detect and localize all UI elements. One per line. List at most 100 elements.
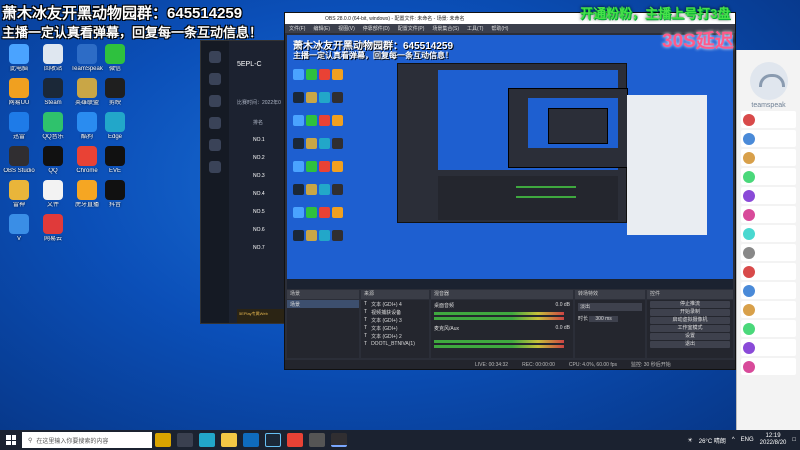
taskbar-search[interactable]: ⚲ 在这里输入你要搜索的内容	[22, 432, 152, 448]
edge-icon[interactable]	[199, 433, 215, 447]
desktop-icon[interactable]: Steam	[36, 78, 70, 114]
avatar	[743, 341, 755, 354]
source-item[interactable]: T 文本 (GDI+) 4	[361, 300, 429, 308]
store-icon[interactable]	[243, 433, 259, 447]
controls-dock-header: 控件	[647, 290, 733, 299]
app-logo-icon	[209, 51, 221, 63]
control-button[interactable]: 工作室模式	[650, 325, 730, 332]
control-button[interactable]: 启动虚拟摄像机	[650, 317, 730, 324]
language-indicator[interactable]: ENG	[741, 437, 754, 443]
nav-icon[interactable]	[209, 73, 221, 85]
control-button[interactable]: 设置	[650, 333, 730, 340]
menu-item[interactable]: 工具(T)	[467, 25, 483, 32]
tray-chevron-icon[interactable]: ^	[732, 437, 735, 443]
menu-item[interactable]: 场景集合(S)	[432, 25, 459, 32]
match-date: 比赛时间：2022年0	[237, 100, 281, 106]
sources-list[interactable]: T 文本 (GDI+) 4 T 视频捕获设备 T 文本 (GDI+) 3 T 文本 (GDI+…	[361, 300, 429, 358]
control-button[interactable]: 停止推流	[650, 301, 730, 308]
desktop-icon[interactable]: OBS Studio	[2, 146, 36, 182]
duration-field[interactable]: 300 ms	[589, 316, 618, 322]
desktop-icon[interactable]: Edge	[98, 112, 132, 148]
source-label: 文本 (GDI+) 3	[371, 317, 402, 324]
right-side-panel: teamspeak	[736, 50, 800, 430]
source-label: 文本 (GDI+) 4	[371, 301, 402, 308]
desktop-icon[interactable]: 网易云	[36, 214, 70, 250]
file-explorer-icon[interactable]	[221, 433, 237, 447]
app-icon	[77, 180, 97, 200]
avatar	[743, 189, 755, 202]
nav-icon[interactable]	[209, 161, 221, 173]
app-icon[interactable]	[309, 433, 325, 447]
source-item[interactable]: T 视频捕获设备	[361, 308, 429, 316]
mic-audio-meter	[434, 340, 564, 343]
control-button[interactable]: 退出	[650, 341, 730, 348]
nav-icon[interactable]	[209, 117, 221, 129]
desktop-icon[interactable]: QQ	[36, 146, 70, 182]
clock[interactable]: 12:19 2022/8/20	[760, 433, 787, 447]
desktop-icon[interactable]: 此电脑	[2, 44, 36, 80]
source-item[interactable]: T 文本 (GDI+) 3	[361, 316, 429, 324]
controls-panel: 停止推流 开始录制 启动虚拟摄像机 工作室模式 设置 退出	[647, 300, 733, 358]
menu-item[interactable]: 帮助(H)	[491, 25, 508, 32]
overlay-subtitle: 主播一定认真看弹幕，回复每一条互动信息！	[2, 25, 263, 40]
desktop-icon[interactable]: V	[2, 214, 36, 250]
desktop-icon[interactable]: 网易UU	[2, 78, 36, 114]
source-item[interactable]: T DOOTL_BTNIVA(1)	[361, 340, 429, 348]
avatar	[743, 113, 755, 126]
desktop-icon[interactable]: 抖音	[98, 180, 132, 216]
menu-item[interactable]: 编辑(E)	[313, 25, 330, 32]
scene-item[interactable]: 场景	[287, 300, 359, 308]
obs-icon[interactable]	[331, 433, 347, 447]
desktop-icon[interactable]: QQ音乐	[36, 112, 70, 148]
desktop-icon[interactable]: 文件	[36, 180, 70, 216]
start-button[interactable]	[0, 430, 22, 450]
desktop-icon-label: V	[16, 236, 21, 242]
text-source-icon: T	[364, 341, 368, 347]
task-view-icon[interactable]	[177, 433, 193, 447]
chrome-icon[interactable]	[287, 433, 303, 447]
app-icon	[43, 180, 63, 200]
desktop-icon[interactable]: 雷神	[2, 180, 36, 216]
chat-row	[741, 358, 796, 375]
text-source-icon: T	[364, 317, 368, 323]
source-item[interactable]: T 文本 (GDI+)	[361, 324, 429, 332]
menu-item[interactable]: 停靠部件(D)	[363, 25, 390, 32]
source-label: 文本 (GDI+)	[371, 325, 398, 332]
obs-window[interactable]: OBS 28.0.0 (64-bit, windows) - 配置文件: 未命名…	[284, 12, 736, 370]
desktop-icon[interactable]: EVE	[98, 146, 132, 182]
avatar	[743, 284, 755, 297]
cpu-usage: CPU: 4.0%, 60.00 fps	[568, 361, 617, 368]
desktop-icon[interactable]: 迅雷	[2, 112, 36, 148]
rec-timer: REC: 00:00:00	[522, 361, 555, 368]
obs-preview[interactable]: 萧木冰友开黑动物园群：645514259 主播一定认真看弹幕，回复每一条互动信息…	[287, 35, 733, 289]
overlay-group-title: 萧木冰友开黑动物园群：645514259	[2, 5, 243, 22]
notification-icon[interactable]: □	[792, 437, 796, 443]
desktop-icon[interactable]: 剪映	[98, 78, 132, 114]
text-source-icon: T	[364, 325, 368, 331]
obs-docks: 场景 场景 来源 T 文本 (GDI+) 4 T 视频捕获设备 T 文本 (GDI+) 3…	[287, 290, 733, 368]
chat-row	[741, 301, 796, 318]
nav-icon[interactable]	[209, 139, 221, 151]
control-button[interactable]: 开始录制	[650, 309, 730, 316]
avatar	[743, 322, 755, 335]
app-sidebar	[201, 41, 229, 323]
windows-logo-icon	[6, 435, 16, 445]
nav-icon[interactable]	[209, 95, 221, 107]
desktop-icon[interactable]: 微信	[98, 44, 132, 80]
menu-item[interactable]: 文件(F)	[289, 25, 305, 32]
desktop-icon[interactable]: 回收站	[36, 44, 70, 80]
menu-item[interactable]: 视图(V)	[338, 25, 355, 32]
source-item[interactable]: T 文本 (GDI+) 2	[361, 332, 429, 340]
chat-row	[741, 339, 796, 356]
overlay-promo: 开通粉粉，主播上号打3盘	[580, 6, 731, 21]
bilibili-icon[interactable]	[155, 433, 171, 447]
chat-row	[741, 168, 796, 185]
transition-select[interactable]: 淡出	[578, 303, 642, 311]
steam-icon[interactable]	[265, 433, 281, 447]
chat-row	[741, 111, 796, 128]
menu-item[interactable]: 配置文件(P)	[398, 25, 425, 32]
taskbar: ⚲ 在这里输入你要搜索的内容 ☀ 26°C 晴朗 ^ ENG 12:19 202…	[0, 430, 800, 450]
scenes-list[interactable]: 场景	[287, 300, 359, 358]
chat-row	[741, 320, 796, 337]
desktop-audio-meter	[434, 317, 564, 320]
